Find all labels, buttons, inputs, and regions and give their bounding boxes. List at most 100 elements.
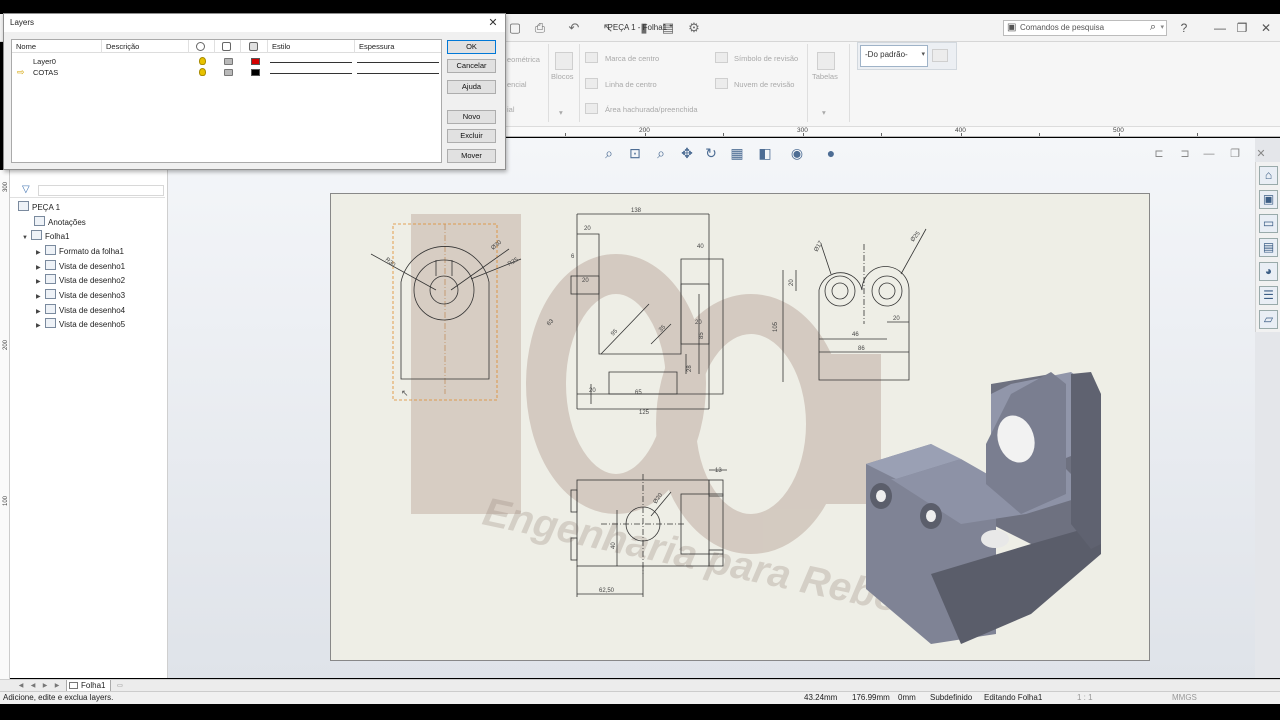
chevron-right-icon[interactable]: ▶ — [36, 320, 45, 332]
chevron-right-icon[interactable]: ▶ — [36, 276, 45, 288]
redraw-icon[interactable]: ↻ — [702, 144, 720, 162]
ribbon-centerline[interactable]: Linha de centro — [605, 80, 657, 89]
zoom-to-area-icon[interactable]: ⊡ — [626, 144, 644, 162]
column-on-off[interactable] — [189, 40, 215, 53]
filter-icon[interactable]: ▽ — [22, 184, 30, 195]
close-icon[interactable]: ✕ — [1258, 20, 1274, 36]
column-color[interactable] — [241, 40, 268, 53]
file-properties-icon[interactable]: ▤ — [660, 20, 676, 36]
chevron-right-icon[interactable]: ▶ — [36, 262, 45, 274]
minimize-icon[interactable]: — — [1202, 147, 1216, 161]
last-sheet-icon[interactable]: ▶ — [52, 682, 62, 690]
tree-item-view[interactable]: ▶ Vista de desenho1 — [36, 260, 125, 272]
first-sheet-icon[interactable]: ◀ — [16, 682, 26, 690]
restore-icon[interactable]: ❐ — [1228, 147, 1242, 161]
forum-icon[interactable]: ▱ — [1259, 310, 1278, 329]
chevron-down-icon[interactable]: ▼ — [22, 232, 31, 244]
split-right-icon[interactable]: ⊐ — [1178, 147, 1192, 161]
add-sheet-icon[interactable]: ▭ — [114, 682, 126, 690]
new-layer-button[interactable]: Novo — [447, 110, 496, 124]
table-row[interactable]: ⇨ COTAS — [12, 67, 441, 78]
zoom-to-fit-icon[interactable]: ⌕ — [600, 144, 618, 162]
custom-properties-icon[interactable]: ☰ — [1259, 286, 1278, 305]
line-style[interactable] — [270, 62, 352, 63]
appearance-icon[interactable]: ● — [822, 144, 840, 162]
search-icon[interactable]: ⌕ — [1150, 20, 1156, 34]
close-icon[interactable]: ✕ — [487, 16, 499, 30]
minimize-icon[interactable]: — — [1212, 20, 1228, 36]
column-name[interactable]: Nome — [12, 40, 102, 53]
restore-icon[interactable]: ❐ — [1234, 20, 1250, 36]
select-icon[interactable]: ↖ — [600, 20, 616, 36]
tree-item-annotations[interactable]: Anotações — [34, 216, 86, 228]
line-thickness[interactable] — [357, 73, 439, 74]
prev-sheet-icon[interactable]: ◀ — [28, 682, 38, 690]
drawing-view-5-isometric[interactable] — [866, 372, 1101, 644]
layer-name[interactable]: COTAS — [33, 67, 58, 78]
chevron-down-icon[interactable]: ▾ — [1160, 21, 1164, 35]
bulb-on-icon[interactable] — [199, 57, 206, 65]
split-left-icon[interactable]: ⊏ — [1152, 147, 1166, 161]
help-button[interactable]: Ajuda — [447, 80, 496, 94]
ribbon-center-mark[interactable]: Marca de centro — [605, 54, 659, 63]
ribbon-revision-cloud[interactable]: Nuvem de revisão — [734, 80, 794, 89]
ribbon-surface[interactable]: ial — [507, 105, 515, 114]
print-icon[interactable]: ⎙ — [532, 20, 548, 36]
column-print[interactable] — [215, 40, 241, 53]
design-library-icon[interactable]: ▣ — [1259, 190, 1278, 209]
cancel-button[interactable]: Cancelar — [447, 59, 496, 73]
layer-properties-icon[interactable] — [932, 49, 948, 62]
tree-item-sheet-format[interactable]: ▶ Formato da folha1 — [36, 245, 124, 257]
line-thickness[interactable] — [357, 62, 439, 63]
layer-color-swatch[interactable] — [251, 58, 260, 65]
layer-select[interactable]: -Do padrão- ▾ — [860, 45, 928, 67]
tree-item-sheet[interactable]: ▼ Folha1 — [22, 230, 69, 242]
tables-icon[interactable] — [817, 52, 835, 70]
gear-icon[interactable]: ⚙ — [686, 20, 702, 36]
view-palette-icon[interactable]: ▤ — [1259, 238, 1278, 257]
bulb-on-icon[interactable] — [199, 68, 206, 76]
tree-item-view[interactable]: ▶ Vista de desenho5 — [36, 318, 125, 330]
column-style[interactable]: Estilo — [268, 40, 355, 53]
pan-icon[interactable]: ✥ — [678, 144, 696, 162]
rebuild-icon[interactable]: ▮ — [636, 20, 652, 36]
chevron-down-icon[interactable]: ▾ — [559, 108, 563, 117]
layer-name[interactable]: Layer0 — [33, 56, 56, 67]
printer-icon[interactable] — [224, 58, 233, 65]
drawing-sheet[interactable]: Engenharia para Reboques R30 Ø30 R25 ↖ 1… — [330, 193, 1150, 661]
ribbon-area-hatch[interactable]: Área hachurada/preenchida — [605, 105, 698, 114]
line-style[interactable] — [270, 73, 352, 74]
zoom-selection-icon[interactable]: ⌕ — [652, 144, 670, 162]
chevron-right-icon[interactable]: ▶ — [36, 247, 45, 259]
hide-show-icon[interactable]: ◉ — [788, 144, 806, 162]
table-row[interactable]: Layer0 — [12, 56, 441, 67]
status-units[interactable]: MMGS — [1172, 692, 1197, 704]
search-input[interactable]: ▣ Comandos de pesquisa ⌕ ▾ — [1003, 20, 1167, 36]
toolbar-icon[interactable]: ▢ — [507, 20, 523, 36]
column-thickness[interactable]: Espessura — [355, 40, 443, 53]
ribbon-blocks[interactable]: Blocos — [551, 72, 574, 81]
column-description[interactable]: Descrição — [102, 40, 189, 53]
tree-item-view[interactable]: ▶ Vista de desenho4 — [36, 304, 125, 316]
tree-item-view[interactable]: ▶ Vista de desenho3 — [36, 289, 125, 301]
appearances-icon[interactable]: ◕ — [1259, 262, 1278, 281]
printer-icon[interactable] — [224, 69, 233, 76]
layer-color-swatch[interactable] — [251, 69, 260, 76]
filter-input[interactable] — [38, 185, 164, 196]
ribbon-tables[interactable]: Tabelas — [812, 72, 838, 81]
undo-icon[interactable]: ↶ — [566, 20, 582, 36]
home-icon[interactable]: ⌂ — [1259, 166, 1278, 185]
help-icon[interactable]: ? — [1176, 20, 1192, 36]
display-style-icon[interactable]: ◧ — [756, 144, 774, 162]
chevron-down-icon[interactable]: ▾ — [822, 108, 826, 117]
close-icon[interactable]: ✕ — [1254, 147, 1268, 161]
ribbon-geometric-tolerance[interactable]: eométrica — [507, 55, 540, 64]
ok-button[interactable]: OK — [447, 40, 496, 54]
next-sheet-icon[interactable]: ▶ — [40, 682, 50, 690]
chevron-right-icon[interactable]: ▶ — [36, 291, 45, 303]
view-orientation-icon[interactable]: ▦ — [728, 144, 746, 162]
delete-layer-button[interactable]: Excluir — [447, 129, 496, 143]
blocks-icon[interactable] — [555, 52, 573, 70]
tree-item-view[interactable]: ▶ Vista de desenho2 — [36, 274, 125, 286]
ribbon-datum[interactable]: encial — [507, 80, 527, 89]
